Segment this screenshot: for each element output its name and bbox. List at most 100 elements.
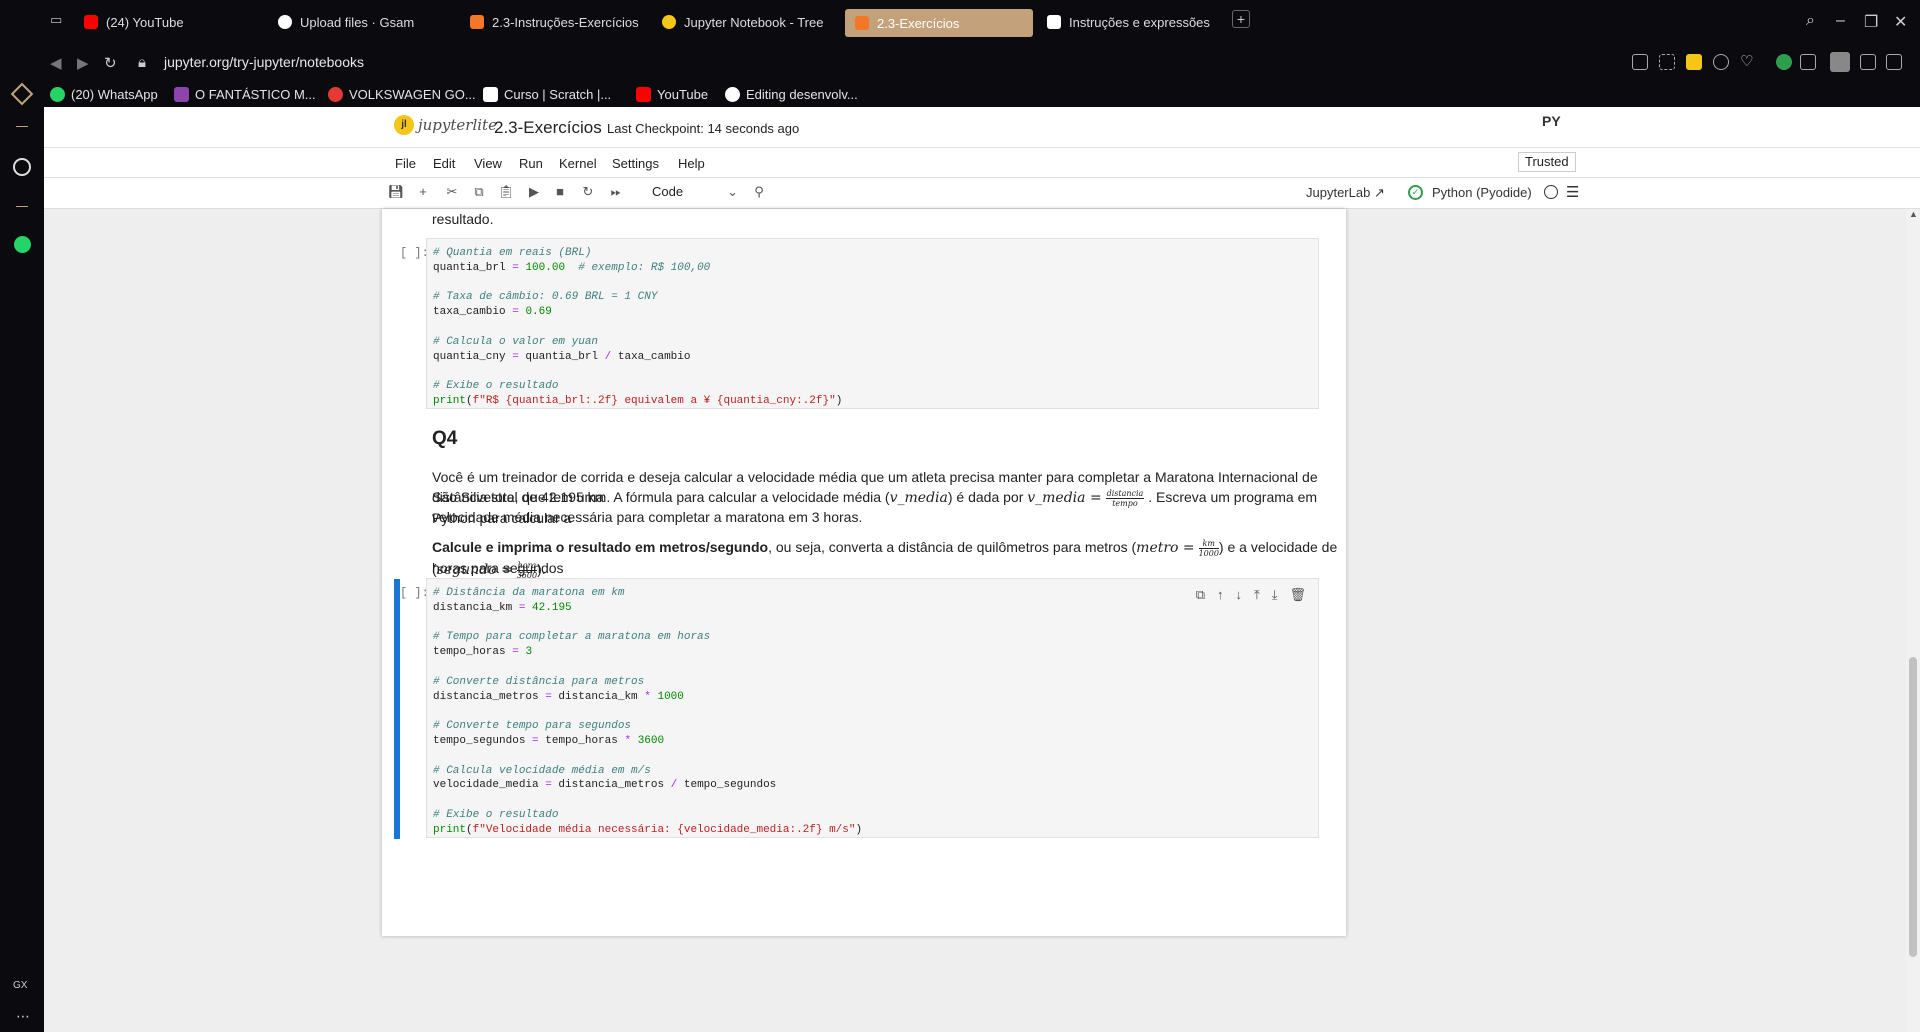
menu-kernel[interactable]: Kernel <box>559 156 597 171</box>
gx-label[interactable]: GX <box>13 980 27 991</box>
bookmark-github-editing[interactable]: Editing desenvolv... <box>725 87 858 102</box>
code-line: quantia_brl = 100.00 # exemplo: R$ 100,0… <box>433 261 711 274</box>
tab-manager-icon[interactable]: ▭ <box>50 12 62 28</box>
close-icon[interactable]: ✕ <box>1894 12 1907 32</box>
delete-icon[interactable]: 🗑︎ <box>1289 587 1306 603</box>
scroll-thumb[interactable] <box>1909 657 1917 957</box>
stop-icon[interactable]: ■ <box>551 184 569 199</box>
tab-github-upload[interactable]: Upload files · Gsamuel77 <box>278 11 414 33</box>
tab-youtube[interactable]: (24) YouTube <box>84 11 274 33</box>
run-icon[interactable]: ▶ <box>525 184 543 200</box>
new-tab-button[interactable]: + <box>1232 10 1250 28</box>
bookmark-whatsapp[interactable]: (20) WhatsApp <box>50 87 158 102</box>
bookmark-red-icon <box>328 87 343 102</box>
tab-label: Jupyter Notebook - Tree <box>684 14 824 30</box>
lock-icon: 🔒︎ <box>138 54 146 71</box>
save-icon[interactable]: 💾︎ <box>387 184 405 200</box>
tab-label: 2.3-Instruções-Exercícios <box>492 14 639 30</box>
move-up-icon[interactable]: ↑ <box>1217 587 1224 603</box>
text-span: ) é dada por <box>947 489 1028 505</box>
more-icon[interactable]: ⋯ <box>16 1008 30 1025</box>
move-down-icon[interactable]: ↓ <box>1235 587 1242 603</box>
math-var: v_media <box>889 490 948 506</box>
checkpoint-status: Last Checkpoint: 14 seconds ago <box>607 121 800 136</box>
tab-exercicios-active[interactable]: 2.3-Exercícios <box>845 9 1033 37</box>
run-all-icon[interactable]: ⏩︎ <box>607 184 625 200</box>
search-icon[interactable]: ⌕ <box>1806 12 1815 30</box>
page-scrollbar[interactable]: ▲ <box>1906 209 1920 1032</box>
jupyterlite-logo[interactable]: jl jupyterlite <box>394 115 497 135</box>
insert-above-icon[interactable]: ⤒ <box>1254 587 1260 603</box>
bookmark-youtube[interactable]: YouTube <box>636 87 708 102</box>
notebook-title[interactable]: 2.3-Exercícios <box>494 118 602 138</box>
screenshot-icon[interactable] <box>1659 54 1675 70</box>
trusted-badge[interactable]: Trusted <box>1518 152 1576 172</box>
menu-help[interactable]: Help <box>678 156 705 171</box>
forward-icon[interactable]: ▶ <box>77 54 89 72</box>
insert-below-icon[interactable]: ⤓ <box>1272 587 1278 603</box>
tab-instrucoes-expressoes[interactable]: Instruções e expressões <box>1047 11 1217 33</box>
code-line: taxa_cambio = 0.69 <box>433 306 552 319</box>
restore-icon[interactable]: ❐ <box>1864 12 1878 32</box>
reload-icon[interactable]: ↻ <box>104 54 117 72</box>
paste-icon[interactable]: 📋︎ <box>497 184 515 200</box>
q4-instruction-line2: (segundo = hora 3600). <box>432 559 546 580</box>
youtube-icon <box>84 15 98 29</box>
add-cell-icon[interactable]: + <box>414 184 432 199</box>
debugger-icon[interactable]: ⚲ <box>750 184 768 200</box>
menu-settings[interactable]: Settings <box>612 156 659 171</box>
url-field[interactable]: jupyter.org/try-jupyter/notebooks <box>164 54 364 70</box>
logo-text: jupyterlite <box>418 116 497 134</box>
menu-icon[interactable]: ☰ <box>1566 183 1579 201</box>
avatar[interactable] <box>1830 52 1850 72</box>
code-line: # Distância da maratona em km <box>433 587 625 599</box>
cut-icon[interactable]: ✂ <box>443 184 461 200</box>
code-line: # Converte tempo para segundos <box>433 720 632 733</box>
bookmark-fantastico[interactable]: O FANTÁSTICO M... <box>174 87 316 102</box>
chatgpt-icon[interactable] <box>13 158 31 176</box>
sidebar-toggle-icon[interactable] <box>1886 54 1902 70</box>
code-cell-active[interactable]: ⧉ ↑ ↓ ⤒ ⤓ 🗑︎ # Distância da maratona em … <box>426 578 1319 838</box>
heart-icon[interactable]: ♡ <box>1740 52 1756 70</box>
extension-green-icon[interactable] <box>1776 54 1792 70</box>
scroll-up-icon[interactable]: ▲ <box>1909 209 1918 219</box>
code-cell[interactable]: # Quantia em reais (BRL) quantia_brl = 10… <box>426 238 1319 409</box>
duplicate-icon[interactable]: ⧉ <box>1196 587 1205 603</box>
jupyter-bulb-icon <box>662 15 676 29</box>
copy-icon[interactable]: ⧉ <box>470 184 488 200</box>
back-icon[interactable]: ◀ <box>50 54 62 72</box>
address-bar-row: ◀ ▶ ↻ 🔒︎ jupyter.org/try-jupyter/noteboo… <box>0 44 1920 82</box>
bookmark-volkswagen[interactable]: VOLKSWAGEN GO... <box>328 87 476 102</box>
tab-instrucoes-exercicios[interactable]: 2.3-Instruções-Exercícios <box>470 11 640 33</box>
cell-type-select[interactable]: Code ⌄ <box>652 184 738 199</box>
bookmark-scratch-icon <box>483 87 498 102</box>
extension-puzzle-icon[interactable] <box>1860 54 1876 70</box>
minimize-icon[interactable]: – <box>1836 12 1845 30</box>
play-icon[interactable] <box>1713 54 1729 70</box>
code-line: quantia_cny = quantia_brl / taxa_cambio <box>433 350 691 363</box>
bookmark-scratch[interactable]: Curso | Scratch |... <box>483 87 611 102</box>
tab-jupyter-tree[interactable]: Jupyter Notebook - Tree <box>662 11 832 33</box>
code-line: print(f"R$ {quantia_brl:.2f} equivalem a… <box>433 395 843 407</box>
menu-file[interactable]: File <box>395 156 416 171</box>
menu-edit[interactable]: Edit <box>433 156 455 171</box>
jupyterlab-link[interactable]: JupyterLab ↗ <box>1306 185 1385 201</box>
fraction-numerator: distancia <box>1105 488 1145 499</box>
code-line: distancia_km = 42.195 <box>433 601 572 614</box>
extension-icon[interactable] <box>1800 54 1816 70</box>
extension-pin-icon[interactable] <box>1632 54 1648 70</box>
menu-view[interactable]: View <box>474 156 502 171</box>
whatsapp-icon[interactable] <box>14 236 31 253</box>
opera-gx-icon[interactable] <box>10 82 34 106</box>
code-line: # Exibe o resultado <box>433 809 559 821</box>
q4-heading: Q4 <box>432 428 458 449</box>
shield-icon[interactable] <box>1686 54 1702 70</box>
cell-toolbar: ⧉ ↑ ↓ ⤒ ⤓ 🗑︎ <box>1196 587 1306 603</box>
math-eq: v_media = <box>1027 490 1102 506</box>
menu-run[interactable]: Run <box>519 156 543 171</box>
kernel-name[interactable]: Python (Pyodide) <box>1432 185 1532 200</box>
restart-icon[interactable]: ↻ <box>579 184 597 200</box>
bookmarks-bar: (20) WhatsApp O FANTÁSTICO M... VOLKSWAG… <box>44 82 1920 108</box>
notebook-toolbar: 💾︎ + ✂ ⧉ 📋︎ ▶ ■ ↻ ⏩︎ Code ⌄ ⚲ JupyterLab… <box>44 178 1920 209</box>
code-line: velocidade_media = distancia_metros / te… <box>433 779 777 792</box>
